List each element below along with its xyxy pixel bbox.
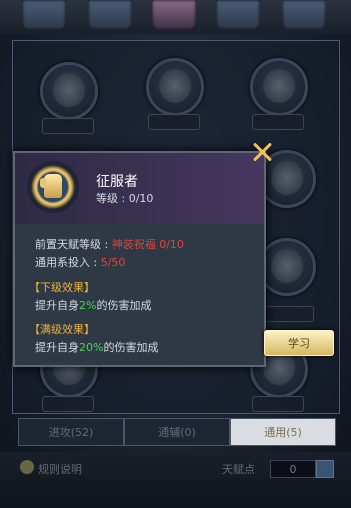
top-slot-2[interactable] xyxy=(88,0,132,30)
next-effect-text: 提升自身2%的伤害加成 xyxy=(35,297,151,313)
talent-level-value: 0/10 xyxy=(128,192,154,205)
top-slot-4[interactable] xyxy=(216,0,260,30)
tab-attack[interactable]: 进攻(52) xyxy=(18,418,124,446)
talent-node[interactable] xyxy=(146,58,204,116)
max-effect-post: 的伤害加成 xyxy=(103,341,159,354)
fist-icon xyxy=(27,161,79,213)
tab-support-label: 通辅(0) xyxy=(158,426,196,439)
next-effect-post: 的伤害加成 xyxy=(96,299,152,312)
max-effect-header: 【满级效果】 xyxy=(29,323,95,336)
prerequisite-label: 前置天赋等级 : xyxy=(35,238,112,251)
investment-label: 通用系投入 : xyxy=(35,256,101,269)
prerequisite-value: 神装祝福 0/10 xyxy=(111,238,184,251)
investment-value: 5/50 xyxy=(100,256,126,269)
talent-node-level-bar xyxy=(252,396,304,412)
talent-node-level-bar xyxy=(42,118,94,134)
talent-title: 征服者 xyxy=(96,174,138,190)
top-slot-1[interactable] xyxy=(22,0,66,30)
top-category-bar xyxy=(0,0,351,34)
next-effect-pct: 2% xyxy=(79,299,97,312)
next-effect-header: 【下级效果】 xyxy=(29,281,95,294)
top-slot-5[interactable] xyxy=(282,0,326,30)
talent-level-label: 等级 : xyxy=(96,192,129,205)
tab-attack-label: 进攻(52) xyxy=(48,426,94,439)
rules-icon[interactable] xyxy=(20,460,34,474)
max-effect-pct: 20% xyxy=(79,341,104,354)
add-points-button[interactable] xyxy=(316,460,334,478)
close-icon[interactable] xyxy=(251,141,273,163)
talent-tabs: 进攻(52) 通辅(0) 通用(5) xyxy=(18,418,336,446)
next-effect-pre: 提升自身 xyxy=(35,299,79,312)
talent-node-level-bar xyxy=(252,114,304,130)
talent-points-label: 天赋点 xyxy=(222,463,255,476)
tab-general-label: 通用(5) xyxy=(264,426,302,439)
max-effect-text: 提升自身20%的伤害加成 xyxy=(35,339,158,355)
tab-general[interactable]: 通用(5) xyxy=(230,418,336,446)
talent-node-level-bar xyxy=(148,114,200,130)
talent-node[interactable] xyxy=(40,62,98,120)
popup-header: 征服者 等级 : 0/10 xyxy=(15,153,264,224)
talent-detail-popup: 征服者 等级 : 0/10 前置天赋等级 : 神装祝福 0/10 通用系投入 :… xyxy=(13,151,266,367)
talent-points-value: 0 xyxy=(270,460,316,478)
investment-line: 通用系投入 : 5/50 xyxy=(35,254,125,270)
talent-node[interactable] xyxy=(258,238,316,296)
talent-node-level-bar xyxy=(42,396,94,412)
prerequisite-line: 前置天赋等级 : 神装祝福 0/10 xyxy=(35,236,184,252)
top-slot-3[interactable] xyxy=(152,0,196,30)
rules-label[interactable]: 规则说明 xyxy=(38,461,82,477)
talent-level: 等级 : 0/10 xyxy=(96,190,153,206)
talent-node[interactable] xyxy=(250,58,308,116)
tab-support[interactable]: 通辅(0) xyxy=(124,418,230,446)
talent-node-level-bar xyxy=(262,306,314,322)
max-effect-pre: 提升自身 xyxy=(35,341,79,354)
learn-button[interactable]: 学习 xyxy=(264,330,334,356)
